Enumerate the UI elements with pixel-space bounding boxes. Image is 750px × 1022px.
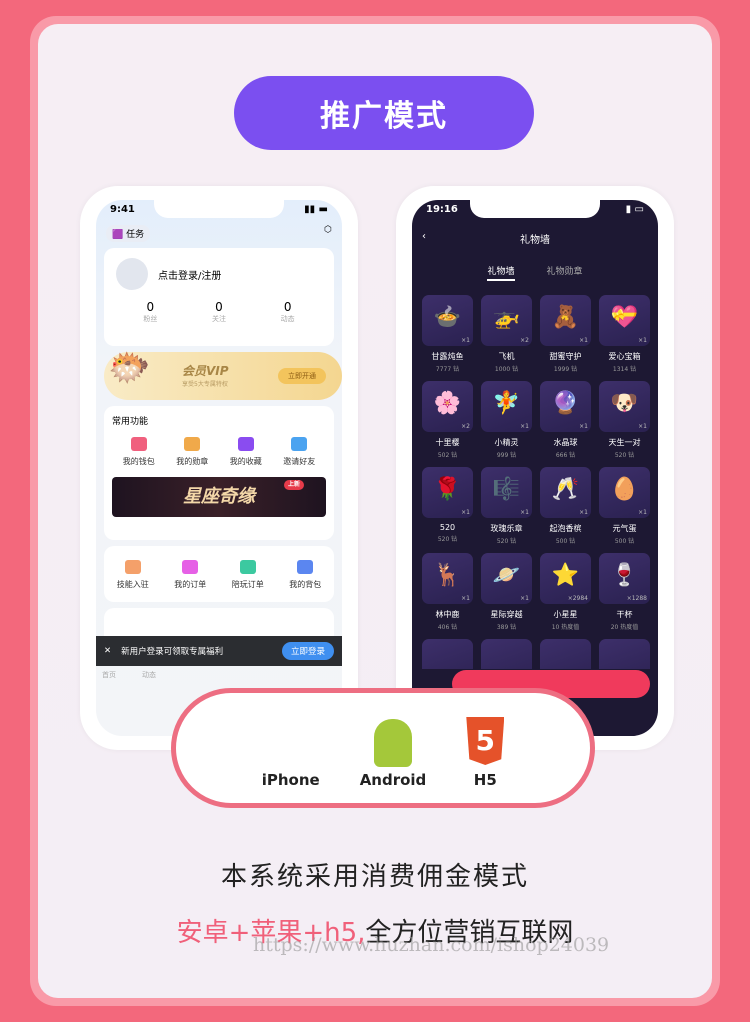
gift-item[interactable] [481,639,532,669]
function-item[interactable]: 我的背包 [277,560,335,590]
gift-item[interactable]: 🍷 ×1288 干杯 20 热度值 [599,553,650,639]
gift-item[interactable]: 🍲 ×1 甘露炖鱼 7777 钻 [422,295,473,381]
poster: 推广模式 9:41 ▮▮ ▬ 🟪 任务 ⬡ 点击登录/注册 0 粉丝 0 关注 0 动态… [30,16,720,1006]
tab-feed[interactable]: 动态 [142,670,156,680]
gift-item[interactable]: ⭐ ×2984 小星星 10 热度值 [540,553,591,639]
tab-gift-medal[interactable]: 礼物勋章 [547,264,583,281]
avatar [116,258,148,290]
html5-icon: 5 [466,717,505,771]
gift-icon: 🌹 [433,477,462,502]
gift-item[interactable]: 🎼 ×1 玫瑰乐章 520 钻 [481,467,532,553]
gift-icon: ⭐ [551,563,580,588]
gift-item[interactable]: 🥂 ×1 起泡香槟 500 钻 [540,467,591,553]
gift-item[interactable]: 🔮 ×1 水晶球 666 钻 [540,381,591,467]
gift-icon: 🐶 [610,391,639,416]
login-link[interactable]: 点击登录/注册 [116,258,322,290]
function-icon [130,437,147,451]
function-item[interactable]: 我的勋章 [166,437,220,467]
function-icon [184,437,201,451]
gift-icon: 🧚 [492,391,521,416]
gift-item[interactable]: 🧚 ×1 小精灵 999 钻 [481,381,532,467]
gift-item[interactable] [540,639,591,669]
platform-android: Android [360,717,427,789]
settings-icon[interactable]: ⬡ [324,225,332,242]
battery-icon: ▮▮ ▬ [304,204,328,215]
gift-item[interactable]: 🐶 ×1 天生一对 520 钻 [599,381,650,467]
gift-item[interactable]: 💝 ×1 爱心宝箱 1314 钻 [599,295,650,381]
gift-item[interactable]: 🚁 ×2 飞机 1000 钻 [481,295,532,381]
function-icon [237,437,254,451]
platform-h5: 5 H5 [466,717,505,789]
function-icon [297,560,314,574]
phone-mine: 9:41 ▮▮ ▬ 🟪 任务 ⬡ 点击登录/注册 0 粉丝 0 关注 0 动态 🐡 会员… [80,186,358,750]
function-icon [182,560,199,574]
mascot-icon: 🐡 [108,348,151,388]
function-item[interactable]: 我的钱包 [112,437,166,467]
gift-icon: 🧸 [551,305,580,330]
tagline: 本系统采用消费佣金模式 [220,862,529,892]
android-icon [360,717,427,771]
gift-item[interactable] [422,639,473,669]
task-button[interactable]: 🟪 任务 [106,225,151,242]
gift-item[interactable] [599,639,650,669]
function-icon [239,560,256,574]
gift-icon: 🍷 [610,563,639,588]
gift-icon: 🎼 [492,477,521,502]
stat-follow[interactable]: 0 关注 [212,300,226,324]
battery-icon: ▮ ▭ [625,204,644,215]
section-title: 常用功能 [112,417,149,427]
login-now-button[interactable]: 立即登录 [281,642,334,660]
tab-home[interactable]: 首页 [102,670,116,680]
watermark: https://www.huzhan.com/ishop24039 [253,934,610,956]
gift-icon: 🪐 [492,563,521,588]
function-item[interactable]: 技能入驻 [104,560,162,590]
gift-icon: 🌸 [433,391,462,416]
back-icon[interactable]: ‹ [422,231,426,242]
stat-fans[interactable]: 0 粉丝 [143,300,157,324]
promo-banner[interactable]: 星座奇缘 上新 [112,477,326,517]
function-item[interactable]: 我的订单 [162,560,220,590]
gift-item[interactable]: 🥚 ×1 元气蛋 500 钻 [599,467,650,553]
function-icon [291,437,308,451]
gift-item[interactable]: 🧸 ×1 甜蜜守护 1999 钻 [540,295,591,381]
apple-icon [262,717,320,771]
gift-icon: 🥂 [551,477,580,502]
gift-icon: 🔮 [551,391,580,416]
gift-item[interactable]: 🌸 ×2 十里樱 502 钻 [422,381,473,467]
function-icon [124,560,141,574]
screen-title: 礼物墙 [520,235,550,246]
gift-icon: 🦌 [433,563,462,588]
platform-badge: iPhone Android 5 H5 [171,688,595,808]
function-item[interactable]: 陪玩订单 [219,560,277,590]
gift-item[interactable]: 🌹 ×1 520 520 钻 [422,467,473,553]
gift-icon: 🥚 [610,477,639,502]
status-time: 9:41 [110,204,135,215]
tab-gift-wall[interactable]: 礼物墙 [487,264,515,281]
function-item[interactable]: 邀请好友 [273,437,327,467]
gift-item[interactable]: 🦌 ×1 林中鹿 406 钻 [422,553,473,639]
gift-item[interactable]: 🪐 ×1 星际穿越 389 钻 [481,553,532,639]
platform-iphone: iPhone [262,717,320,789]
close-icon[interactable]: ✕ [104,646,111,656]
vip-open-button[interactable]: 立即开通 [278,368,326,384]
status-time: 19:16 [426,204,458,215]
login-toast: ✕ 新用户登录可领取专属福利 立即登录 [96,636,342,666]
phone-gift-wall: 19:16 ▮ ▭ ‹ 礼物墙 礼物墙 礼物勋章 🍲 ×1 甘露炖鱼 7777 钻 🚁 ×2 飞… [396,186,674,750]
vip-banner[interactable]: 🐡 会员VIP 享受5大专属特权 立即开通 [104,348,342,400]
gift-icon: 🍲 [433,305,462,330]
gift-icon: 💝 [610,305,639,330]
page-title: 推广模式 [234,76,534,150]
stat-posts[interactable]: 0 动态 [281,300,295,324]
gift-icon: 🚁 [492,305,521,330]
function-item[interactable]: 我的收藏 [219,437,273,467]
